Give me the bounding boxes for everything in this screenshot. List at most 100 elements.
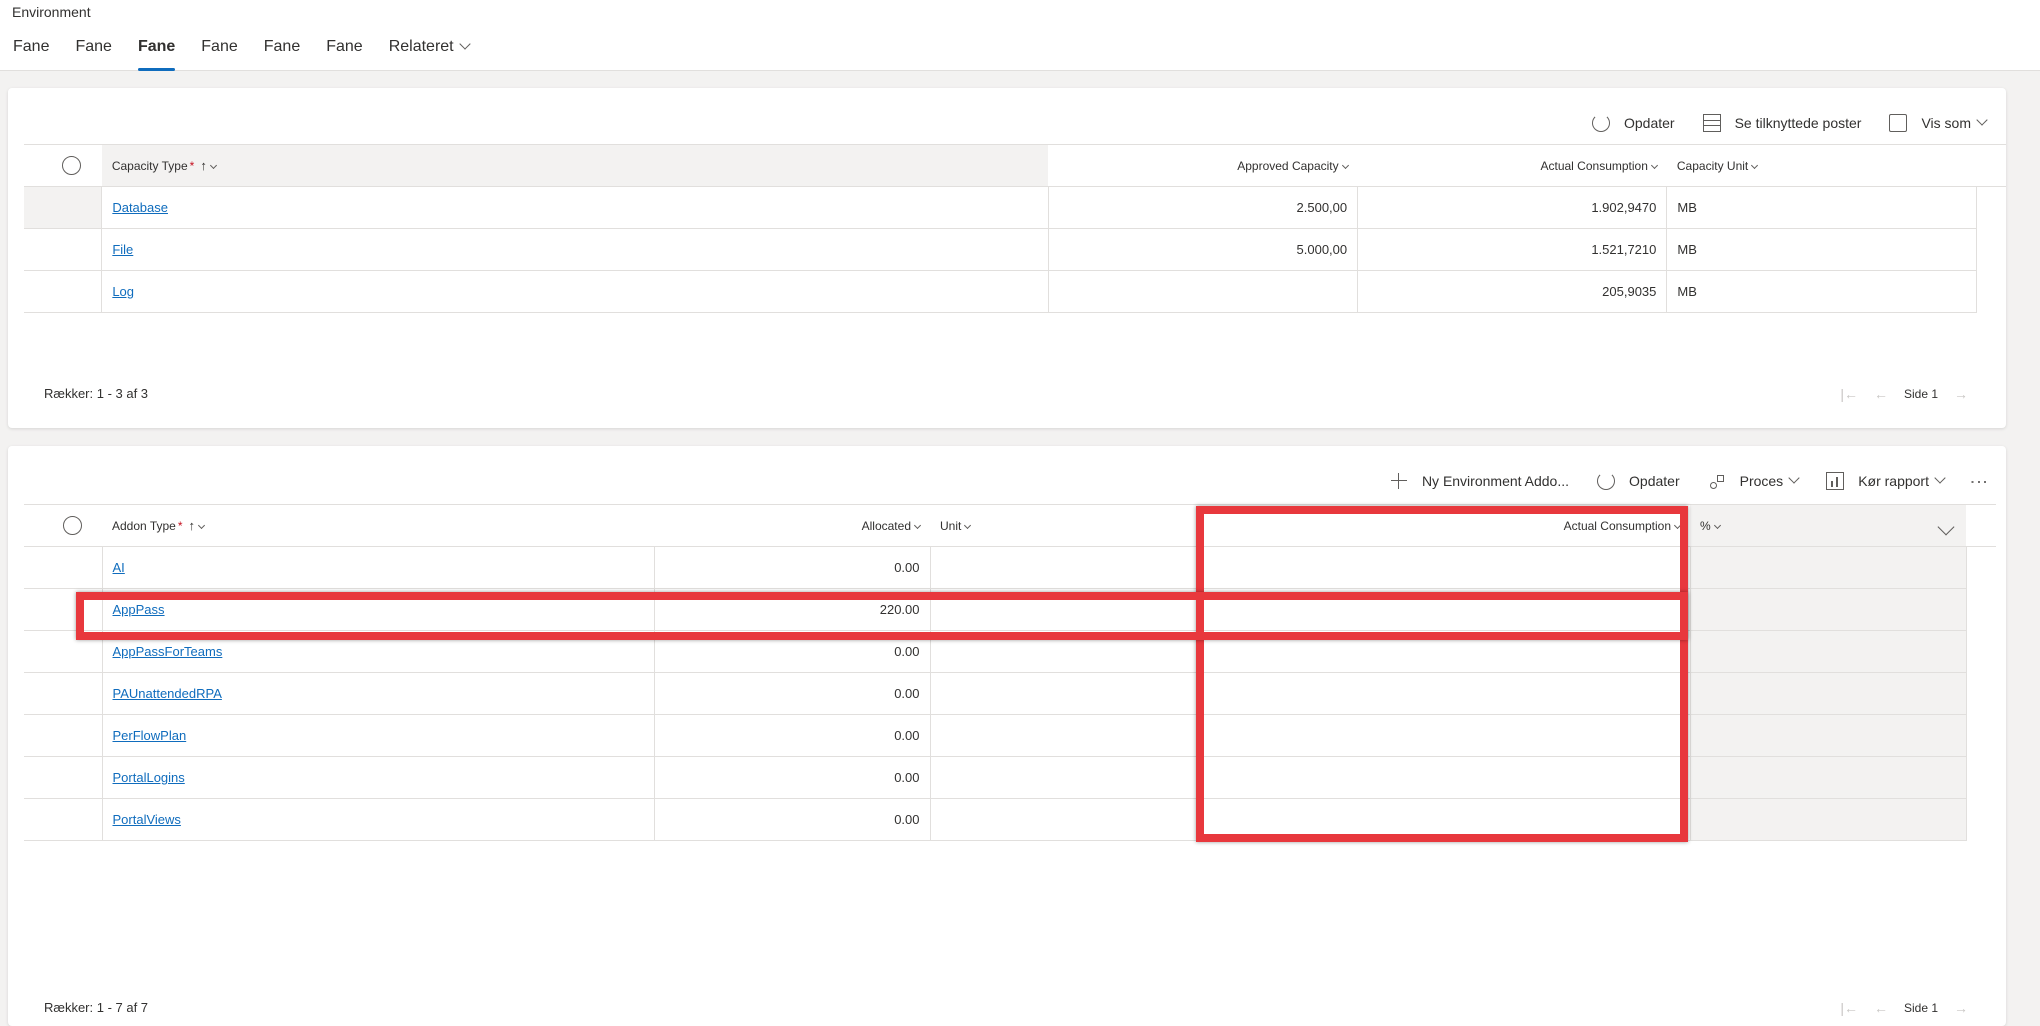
refresh-label: Opdater	[1629, 473, 1680, 489]
table-row[interactable]: File 5.000,00 1.521,7210 MB	[24, 228, 2006, 271]
column-header-actual-consumption[interactable]: Actual Consumption	[1357, 144, 1667, 187]
table-row[interactable]: AI 0.00	[24, 546, 1996, 589]
cell-addon-type: PerFlowPlan	[102, 714, 655, 757]
column-header-capacity-unit[interactable]: Capacity Unit	[1666, 144, 1977, 187]
table-row[interactable]: AppPass 220.00	[24, 588, 1996, 631]
chevron-down-icon	[1751, 161, 1759, 169]
addon-type-link[interactable]: PerFlowPlan	[113, 728, 187, 743]
table-row[interactable]: Log 205,9035 MB	[24, 270, 2006, 313]
cell-spacer	[1966, 715, 1996, 757]
column-unit-label: Capacity Unit	[1676, 158, 1749, 173]
row-select-cell[interactable]	[24, 186, 103, 229]
page-label: Side 1	[1903, 1001, 1938, 1015]
addon-type-link[interactable]: AppPassForTeams	[113, 644, 223, 659]
row-select-cell[interactable]	[24, 228, 103, 271]
previous-page-icon[interactable]: ←	[1874, 1000, 1888, 1016]
chevron-down-icon	[1673, 521, 1682, 529]
cell-spacer	[1966, 631, 1996, 673]
process-button[interactable]: Proces	[1708, 472, 1800, 490]
refresh-button[interactable]: Opdater	[1597, 472, 1680, 490]
cell-actual	[1200, 714, 1691, 757]
capacity-type-link[interactable]: File	[112, 242, 133, 257]
row-count: Rækker: 1 - 7 af 7	[44, 1000, 149, 1015]
new-addon-label: Ny Environment Addo...	[1421, 473, 1570, 489]
required-mark: *	[189, 159, 195, 173]
column-actual-label: Actual Consumption	[1563, 518, 1671, 533]
addon-type-link[interactable]: PAUnattendedRPA	[113, 686, 222, 701]
table-row[interactable]: Database 2.500,00 1.902,9470 MB	[24, 186, 2006, 229]
row-select-cell[interactable]	[24, 546, 103, 589]
row-select-cell[interactable]	[24, 798, 103, 841]
view-as-button[interactable]: Vis som	[1889, 114, 1988, 132]
cell-actual: 205,9035	[1357, 270, 1668, 313]
first-page-icon[interactable]: |←	[1840, 386, 1858, 402]
more-commands-button[interactable]: ⋮	[1969, 473, 1989, 490]
row-select-cell[interactable]	[24, 630, 103, 673]
sort-ascending-icon: ↑	[200, 158, 207, 173]
row-select-cell[interactable]	[24, 588, 103, 631]
previous-page-icon[interactable]: ←	[1874, 386, 1888, 402]
addon-type-link[interactable]: AI	[113, 560, 125, 575]
addon-type-link[interactable]: PortalLogins	[113, 770, 185, 785]
select-all-radio[interactable]	[62, 156, 82, 175]
cell-allocated: 0.00	[654, 546, 931, 589]
table-row[interactable]: PortalViews 0.00	[24, 798, 1996, 841]
first-page-icon[interactable]: |←	[1840, 1000, 1858, 1016]
cell-capacity-type: File	[101, 228, 1049, 271]
row-select-cell[interactable]	[24, 270, 103, 313]
tab-fane-4[interactable]: Fane	[201, 34, 237, 71]
cell-spacer	[1976, 229, 2006, 271]
addon-type-link[interactable]: AppPass	[113, 602, 165, 617]
column-header-capacity-type[interactable]: Capacity Type * ↑	[101, 144, 1049, 187]
cell-addon-type: PortalLogins	[102, 756, 655, 799]
tab-fane-2[interactable]: Fane	[75, 34, 111, 71]
see-related-button[interactable]: Se tilknyttede poster	[1702, 114, 1861, 132]
cell-spacer	[1966, 547, 1996, 589]
select-all-cell	[24, 144, 102, 187]
tab-list: Fane Fane Fane Fane Fane Fane Relateret	[0, 34, 482, 71]
table-row[interactable]: PortalLogins 0.00	[24, 756, 1996, 799]
column-header-unit[interactable]: Unit	[930, 504, 1200, 547]
select-all-radio[interactable]	[62, 516, 82, 535]
cell-percent	[1690, 588, 1967, 631]
column-header-addon-type[interactable]: Addon Type * ↑	[102, 504, 654, 547]
addon-type-link[interactable]: PortalViews	[113, 812, 181, 827]
refresh-button[interactable]: Opdater	[1592, 114, 1675, 132]
next-page-icon[interactable]: →	[1954, 386, 1968, 402]
column-header-actual-consumption[interactable]: Actual Consumption	[1200, 504, 1690, 547]
column-header-allocated[interactable]: Allocated	[654, 504, 930, 547]
new-addon-button[interactable]: Ny Environment Addo...	[1390, 472, 1569, 490]
tab-related[interactable]: Relateret	[389, 34, 471, 71]
row-select-cell[interactable]	[24, 672, 103, 715]
view-as-label: Vis som	[1921, 115, 1971, 131]
row-select-cell[interactable]	[24, 756, 103, 799]
row-select-cell[interactable]	[24, 714, 103, 757]
cell-spacer	[1966, 757, 1996, 799]
tab-fane-1[interactable]: Fane	[13, 34, 49, 71]
tab-fane-3[interactable]: Fane	[137, 34, 176, 71]
capacity-type-link[interactable]: Database	[112, 200, 168, 215]
cell-spacer	[1966, 799, 1996, 841]
next-page-icon[interactable]: →	[1954, 1000, 1968, 1016]
chevron-down-icon	[458, 38, 471, 50]
tab-fane-5[interactable]: Fane	[264, 34, 300, 71]
column-header-spacer	[1976, 144, 2006, 187]
edit-columns-icon[interactable]	[1937, 518, 1955, 536]
capacity-type-link[interactable]: Log	[112, 284, 134, 299]
column-header-percent[interactable]: %	[1690, 504, 1966, 547]
tab-fane-6[interactable]: Fane	[326, 34, 362, 71]
cell-unit	[930, 798, 1201, 841]
cell-percent	[1690, 672, 1967, 715]
cell-capacity-type: Log	[101, 270, 1049, 313]
cell-percent	[1690, 798, 1967, 841]
run-report-button[interactable]: Kør rapport	[1826, 472, 1946, 490]
table-row[interactable]: PAUnattendedRPA 0.00	[24, 672, 1996, 715]
select-all-cell	[24, 504, 102, 547]
column-header-approved-capacity[interactable]: Approved Capacity	[1048, 144, 1358, 187]
column-allocated-label: Allocated	[861, 518, 911, 533]
table-row[interactable]: AppPassForTeams 0.00	[24, 630, 1996, 673]
cell-allocated: 0.00	[654, 630, 931, 673]
table-row[interactable]: PerFlowPlan 0.00	[24, 714, 1996, 757]
chevron-down-icon	[1934, 472, 1946, 484]
cell-spacer	[1976, 271, 2006, 313]
